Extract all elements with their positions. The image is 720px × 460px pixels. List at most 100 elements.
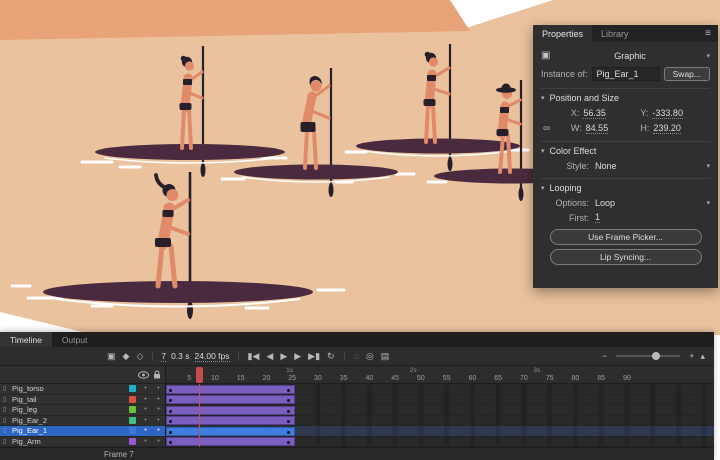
instance-name-field[interactable]: Pig_Ear_1 (592, 67, 660, 81)
style-dropdown[interactable]: None ▾ (595, 161, 710, 171)
keyframe-dot[interactable] (169, 431, 172, 434)
frame-rate-value[interactable]: 24.00 fps (195, 351, 230, 362)
frames-Pig_tail[interactable] (166, 395, 714, 406)
camera-icon[interactable]: ▣ (106, 352, 117, 361)
current-frame-value[interactable]: 7 (161, 351, 166, 362)
loop-playback-icon[interactable]: ↻ (326, 352, 336, 361)
first-frame-value[interactable]: 1 (595, 212, 600, 223)
keyframe-dot[interactable] (169, 389, 172, 392)
playhead-line[interactable] (199, 384, 200, 447)
tween-span[interactable] (166, 385, 295, 394)
layer-lock-toggle[interactable]: • (152, 417, 165, 424)
keyframe-dot[interactable] (287, 431, 290, 434)
layer-color-swatch[interactable] (129, 385, 136, 392)
keyframe-dot[interactable] (287, 389, 290, 392)
keyframe-dot[interactable] (169, 441, 172, 444)
zoom-slider-handle[interactable] (652, 352, 660, 360)
playhead-marker[interactable] (196, 367, 203, 383)
y-value[interactable]: -333.80 (652, 108, 683, 119)
layer-Pig_tail[interactable]: ▯Pig_tail•• (0, 395, 165, 406)
timeline-ruler[interactable]: 1s2s3s 510152025303540455055606570758085… (166, 366, 714, 384)
layer-lock-toggle[interactable]: • (152, 427, 165, 434)
frame-area[interactable]: 1s2s3s 510152025303540455055606570758085… (166, 366, 714, 447)
go-to-last-frame-icon[interactable]: ▶▮ (307, 352, 321, 361)
layer-color-swatch[interactable] (129, 406, 136, 413)
section-position-and-size[interactable]: ▾ Position and Size (541, 88, 710, 106)
panel-menu-icon[interactable]: ≡ (698, 25, 718, 42)
layer-visibility-toggle[interactable]: • (139, 417, 152, 424)
keyframe-dot[interactable] (287, 441, 290, 444)
frames-Pig_leg[interactable] (166, 405, 714, 416)
layer-visibility-toggle[interactable]: • (139, 427, 152, 434)
tab-timeline[interactable]: Timeline (0, 332, 52, 347)
layer-color-swatch[interactable] (129, 417, 136, 424)
frames-Pig_torso[interactable] (166, 384, 714, 395)
keyframe-dot[interactable] (169, 399, 172, 402)
layer-lock-toggle[interactable]: • (152, 406, 165, 413)
section-color-effect[interactable]: ▾ Color Effect (541, 141, 710, 159)
show-hide-all-layers-icon[interactable] (137, 371, 150, 379)
lip-syncing-button[interactable]: Lip Syncing... (550, 249, 702, 265)
loop-options-dropdown[interactable]: Loop ▾ (595, 198, 710, 208)
layer-Pig_torso[interactable]: ▯Pig_torso•• (0, 384, 165, 395)
keyframe-dot[interactable] (287, 399, 290, 402)
tween-span[interactable] (166, 406, 295, 415)
layer-visibility-toggle[interactable]: • (139, 406, 152, 413)
frames-Pig_Arm[interactable] (166, 437, 714, 448)
keyframe-dot[interactable] (287, 410, 290, 413)
w-value[interactable]: 84.55 (586, 123, 609, 134)
layer-Pig_Ear_1[interactable]: ▯Pig_Ear_1•• (0, 426, 165, 437)
collapse-triangle-icon[interactable]: ▾ (541, 94, 545, 102)
keyframe-dot[interactable] (287, 420, 290, 423)
edit-multiple-frames-icon[interactable]: ▤ (380, 352, 391, 361)
ruler-second-mark: 3s (533, 367, 540, 374)
tab-properties[interactable]: Properties (533, 25, 592, 42)
tween-span[interactable] (166, 395, 295, 404)
onion-skin-outlines-icon[interactable]: ◎ (365, 352, 375, 361)
reset-zoom-icon[interactable]: ▴ (699, 352, 706, 361)
layer-color-swatch[interactable] (129, 396, 136, 403)
frames-Pig_Ear_1[interactable] (166, 426, 714, 437)
tween-span[interactable] (166, 416, 295, 425)
layer-color-swatch[interactable] (129, 438, 136, 445)
x-value[interactable]: 56.35 (583, 108, 606, 119)
layer-visibility-toggle[interactable]: • (139, 396, 152, 403)
insert-keyframe-icon[interactable]: ◆ (122, 352, 131, 361)
layer-visibility-toggle[interactable]: • (139, 385, 152, 392)
h-value[interactable]: 239.20 (653, 123, 681, 134)
tab-library[interactable]: Library (592, 25, 638, 42)
collapse-triangle-icon[interactable]: ▾ (541, 184, 545, 192)
layer-Pig_leg[interactable]: ▯Pig_leg•• (0, 405, 165, 416)
layer-lock-toggle[interactable]: • (152, 385, 165, 392)
keyframe-dot[interactable] (169, 420, 172, 423)
layer-Pig_Arm[interactable]: ▯Pig_Arm•• (0, 437, 165, 448)
use-frame-picker-button[interactable]: Use Frame Picker... (550, 229, 702, 245)
link-width-height-icon[interactable]: ∞ (541, 123, 571, 134)
layer-visibility-toggle[interactable]: • (139, 438, 152, 445)
tween-span[interactable] (166, 437, 295, 446)
layer-lock-toggle[interactable]: • (152, 396, 165, 403)
timeline-zoom-slider[interactable] (616, 355, 680, 357)
symbol-type-dropdown[interactable]: Graphic ▾ (557, 51, 710, 61)
step-forward-icon[interactable]: ▶ (293, 352, 302, 361)
layer-Pig_Ear_2[interactable]: ▯Pig_Ear_2•• (0, 416, 165, 427)
ruler-frame-number: 5 (187, 375, 191, 382)
swap-button[interactable]: Swap... (664, 67, 710, 81)
layer-lock-toggle[interactable]: • (152, 438, 165, 445)
section-looping[interactable]: ▾ Looping (541, 178, 710, 196)
layer-color-swatch[interactable] (129, 427, 136, 434)
frames-Pig_Ear_2[interactable] (166, 416, 714, 427)
insert-blank-keyframe-icon[interactable]: ◇ (135, 352, 144, 361)
tab-output[interactable]: Output (52, 332, 98, 347)
lock-unlock-all-layers-icon[interactable] (150, 370, 163, 379)
onion-skin-icon[interactable]: ◌ (353, 352, 360, 361)
collapse-triangle-icon[interactable]: ▾ (541, 147, 545, 155)
zoom-out-icon[interactable]: − (601, 352, 608, 361)
play-icon[interactable]: ▶ (279, 352, 288, 361)
timeline-status-bar: Frame 7 (0, 447, 714, 460)
go-to-first-frame-icon[interactable]: ▮◀ (247, 352, 261, 361)
step-back-icon[interactable]: ◀ (265, 352, 274, 361)
tween-span[interactable] (166, 427, 295, 436)
zoom-in-icon[interactable]: + (688, 352, 695, 361)
keyframe-dot[interactable] (169, 410, 172, 413)
